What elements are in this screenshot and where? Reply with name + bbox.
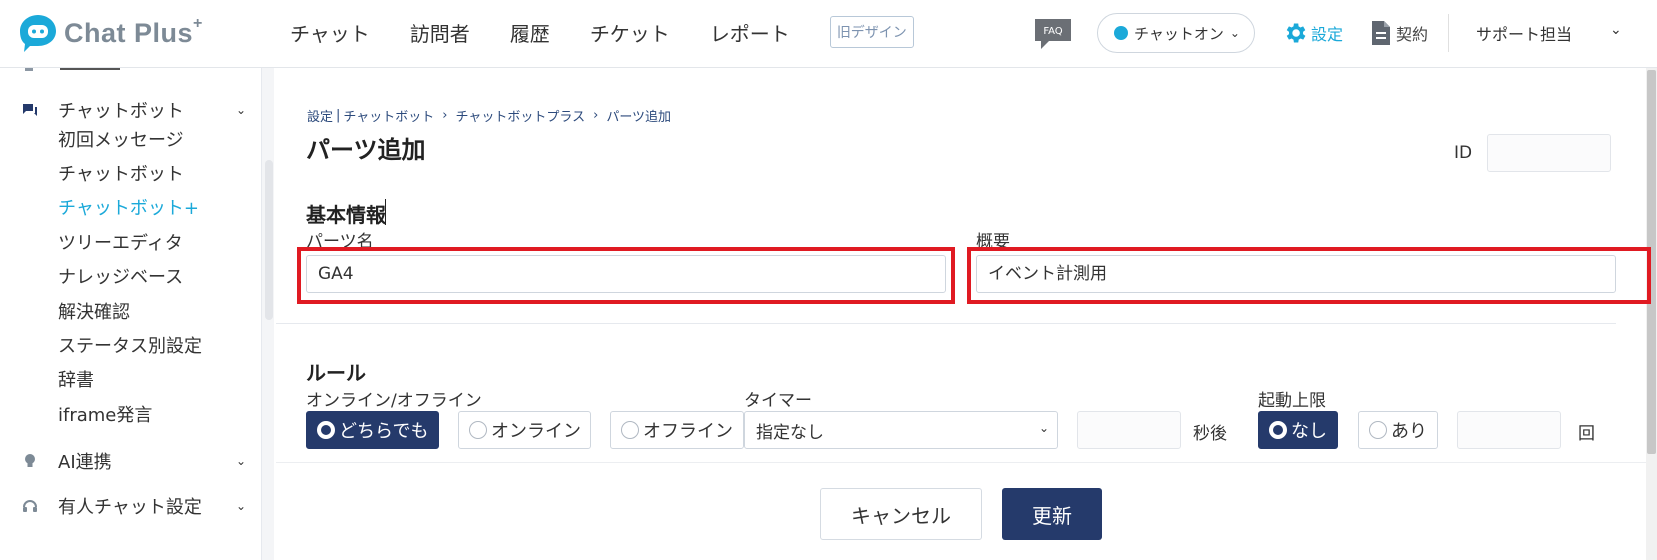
- nav-chat[interactable]: チャット: [290, 18, 370, 47]
- top-navigation: チャット 訪問者 履歴 チケット レポート 旧デザイン: [290, 16, 914, 48]
- breadcrumb-item-settings[interactable]: 設定: [307, 106, 333, 125]
- id-label: ID: [1454, 143, 1473, 163]
- sidebar-group-label: チャットボット: [58, 101, 184, 122]
- radio-checked-icon: [317, 421, 335, 439]
- page-title: パーツ追加: [306, 136, 426, 164]
- sidebar-item-chatbot[interactable]: チャットボット: [58, 160, 184, 186]
- user-menu[interactable]: サポート担当: [1476, 21, 1572, 45]
- header-divider: [1448, 14, 1449, 52]
- limit-count-input[interactable]: [1457, 411, 1561, 449]
- sidebar-item-iframe[interactable]: iframe発言: [58, 401, 152, 427]
- top-header: Chat Plus+ チャット 訪問者 履歴 チケット レポート 旧デザイン F…: [0, 0, 1657, 68]
- radio-online-label: オンライン: [491, 421, 581, 442]
- chat-bubble-logo-icon: [18, 13, 58, 53]
- chevron-down-icon: ⌄: [1038, 421, 1049, 435]
- radio-unchecked-icon: [621, 421, 639, 439]
- logo-text: Chat Plus+: [64, 14, 203, 48]
- breadcrumb-item-chatbot-plus[interactable]: チャットボットプラス: [455, 106, 585, 125]
- radio-checked-icon: [1269, 421, 1287, 439]
- update-button[interactable]: 更新: [1002, 488, 1102, 540]
- sidebar-item-dictionary[interactable]: 辞書: [58, 366, 94, 392]
- cancel-button[interactable]: キャンセル: [820, 488, 982, 540]
- timer-label: タイマー: [744, 391, 812, 411]
- sidebar-item-tree-editor[interactable]: ツリーエディタ: [58, 229, 183, 255]
- svg-text:FAQ: FAQ: [1043, 26, 1062, 37]
- timer-seconds-input[interactable]: [1077, 411, 1181, 449]
- radio-unchecked-icon: [469, 421, 487, 439]
- id-field[interactable]: [1487, 134, 1611, 172]
- sidebar-group-chatbot[interactable]: チャットボット ⌄: [0, 92, 261, 128]
- limit-unit: 回: [1578, 424, 1595, 444]
- chevron-right-icon: ›: [593, 108, 599, 123]
- basic-info-heading: 基本情報: [306, 203, 386, 227]
- chevron-down-icon: ⌄: [1229, 26, 1240, 40]
- breadcrumb-item-current: パーツ追加: [606, 110, 672, 125]
- old-design-button[interactable]: 旧デザイン: [829, 16, 914, 48]
- summary-input[interactable]: イベント計測用: [976, 255, 1616, 293]
- breadcrumb-item-chatbot[interactable]: チャットボット: [343, 106, 434, 125]
- section-divider: [276, 323, 1616, 324]
- chevron-right-icon: ›: [442, 108, 448, 123]
- timer-select-value: 指定なし: [756, 422, 824, 443]
- breadcrumb: 設定 | チャットボット › チャットボットプラス › パーツ追加: [307, 106, 671, 125]
- chat-bubbles-icon: [23, 104, 37, 116]
- timer-select[interactable]: 指定なし ⌄: [744, 411, 1058, 449]
- timer-unit: 秒後: [1193, 424, 1227, 444]
- sidebar-item-status-settings[interactable]: ステータス別設定: [58, 332, 202, 358]
- nav-tickets[interactable]: チケット: [590, 18, 670, 47]
- settings-link[interactable]: 設定: [1282, 20, 1343, 46]
- sidebar-cut-off-item: [20, 68, 140, 74]
- radio-offline[interactable]: オフライン: [610, 411, 744, 449]
- sidebar-item-knowledge-base[interactable]: ナレッジベース: [58, 263, 183, 289]
- nav-visitors[interactable]: 訪問者: [410, 18, 470, 47]
- sidebar-item-resolution-check[interactable]: 解決確認: [58, 298, 130, 324]
- radio-limit-none-label: なし: [1291, 421, 1327, 442]
- text-caret: [385, 199, 386, 225]
- radio-either[interactable]: どちらでも: [306, 411, 439, 449]
- sidebar-item-chatbot-plus[interactable]: チャットボット+: [58, 194, 199, 220]
- radio-either-label: どちらでも: [339, 421, 429, 442]
- online-offline-label: オンライン/オフライン: [306, 391, 482, 411]
- chat-status-dropdown[interactable]: チャットオン ⌄: [1097, 13, 1255, 53]
- radio-limit-yes-label: あり: [1391, 421, 1427, 442]
- settings-label: 設定: [1311, 25, 1344, 44]
- chevron-down-icon[interactable]: ⌄: [1610, 22, 1622, 38]
- contract-link[interactable]: 契約: [1370, 20, 1428, 46]
- document-icon: [1372, 21, 1390, 45]
- sidebar-group-label: 有人チャット設定: [58, 497, 202, 518]
- radio-unchecked-icon: [1369, 421, 1387, 439]
- chatplus-logo[interactable]: Chat Plus+: [18, 13, 203, 53]
- sidebar-group-manned-chat[interactable]: 有人チャット設定 ⌄: [0, 488, 261, 524]
- radio-limit-none[interactable]: なし: [1258, 411, 1338, 449]
- radio-online[interactable]: オンライン: [458, 411, 591, 449]
- sidebar-group-label: AI連携: [58, 452, 112, 473]
- lightbulb-icon: [25, 454, 35, 467]
- nav-history[interactable]: 履歴: [510, 18, 550, 47]
- sidebar: チャットボット ⌄ 初回メッセージ チャットボット チャットボット+ ツリーエデ…: [0, 68, 262, 560]
- sidebar-item-first-message[interactable]: 初回メッセージ: [58, 126, 184, 152]
- contract-label: 契約: [1396, 25, 1429, 44]
- launch-limit-label: 起動上限: [1258, 391, 1326, 411]
- status-label: チャットオン: [1134, 24, 1224, 43]
- radio-limit-yes[interactable]: あり: [1358, 411, 1438, 449]
- status-online-dot: [1114, 26, 1128, 40]
- faq-icon[interactable]: FAQ: [1033, 17, 1073, 49]
- headset-icon: [23, 500, 37, 512]
- chevron-down-icon: ⌄: [236, 454, 247, 468]
- sidebar-scrollbar-thumb[interactable]: [265, 160, 273, 320]
- radio-offline-label: オフライン: [643, 421, 733, 442]
- sidebar-group-ai[interactable]: AI連携 ⌄: [0, 443, 261, 479]
- chevron-down-icon: ⌄: [236, 103, 247, 117]
- parts-name-input[interactable]: GA4: [306, 255, 946, 293]
- rules-heading: ルール: [306, 361, 366, 385]
- breadcrumb-separator: |: [336, 108, 341, 123]
- chevron-down-icon: ⌄: [236, 499, 247, 513]
- gear-icon: [1286, 23, 1306, 43]
- nav-reports[interactable]: レポート: [710, 18, 790, 47]
